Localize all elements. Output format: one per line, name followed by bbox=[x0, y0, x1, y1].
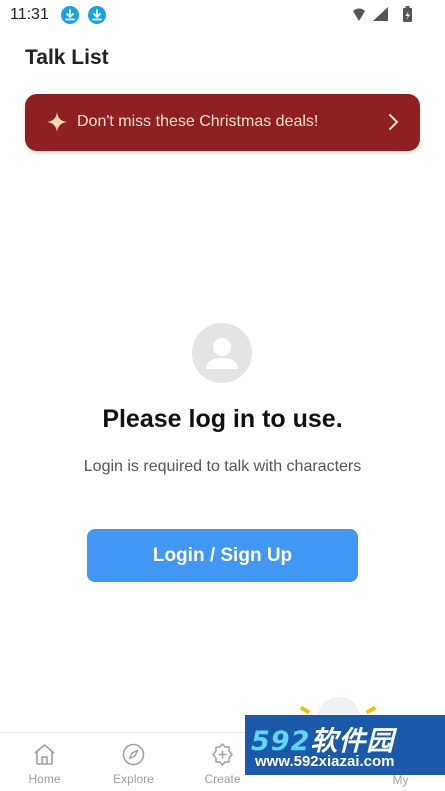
page-title: Talk List bbox=[25, 46, 109, 69]
download-icon bbox=[88, 6, 106, 24]
download-icon bbox=[61, 6, 79, 24]
nav-explore[interactable]: Explore bbox=[89, 733, 178, 791]
empty-state-title: Please log in to use. bbox=[102, 405, 343, 433]
mascot-ear-left bbox=[299, 705, 311, 715]
mascot-image bbox=[318, 697, 360, 717]
promo-text: Don't miss these Christmas deals! bbox=[77, 113, 319, 130]
empty-state-subtitle: Login is required to talk with character… bbox=[83, 458, 362, 475]
status-time: 11:31 bbox=[10, 6, 49, 23]
nav-label-explore: Explore bbox=[113, 772, 154, 786]
system-icons bbox=[353, 5, 433, 25]
nav-label-home: Home bbox=[28, 772, 61, 786]
promo-banner[interactable]: Don't miss these Christmas deals! bbox=[25, 94, 420, 151]
watermark-url: www.592xiazai.com bbox=[255, 753, 395, 770]
status-bar: 11:31 bbox=[0, 0, 445, 30]
user-icon bbox=[206, 338, 238, 369]
chevron-right-icon bbox=[388, 113, 400, 136]
avatar bbox=[192, 323, 252, 383]
home-icon bbox=[34, 744, 55, 765]
signal-icon bbox=[373, 7, 388, 21]
sparkle-icon bbox=[47, 112, 67, 137]
create-icon bbox=[212, 743, 233, 766]
wifi-icon bbox=[353, 8, 365, 21]
compass-icon bbox=[122, 743, 145, 766]
battery-icon bbox=[403, 6, 412, 22]
login-signup-button[interactable]: Login / Sign Up bbox=[87, 529, 358, 582]
mascot-ear-right bbox=[365, 705, 377, 715]
nav-home[interactable]: Home bbox=[0, 733, 89, 791]
nav-label-my: My bbox=[392, 773, 409, 787]
watermark-logo: 592软件园 www.592xiazai.com bbox=[245, 715, 445, 775]
